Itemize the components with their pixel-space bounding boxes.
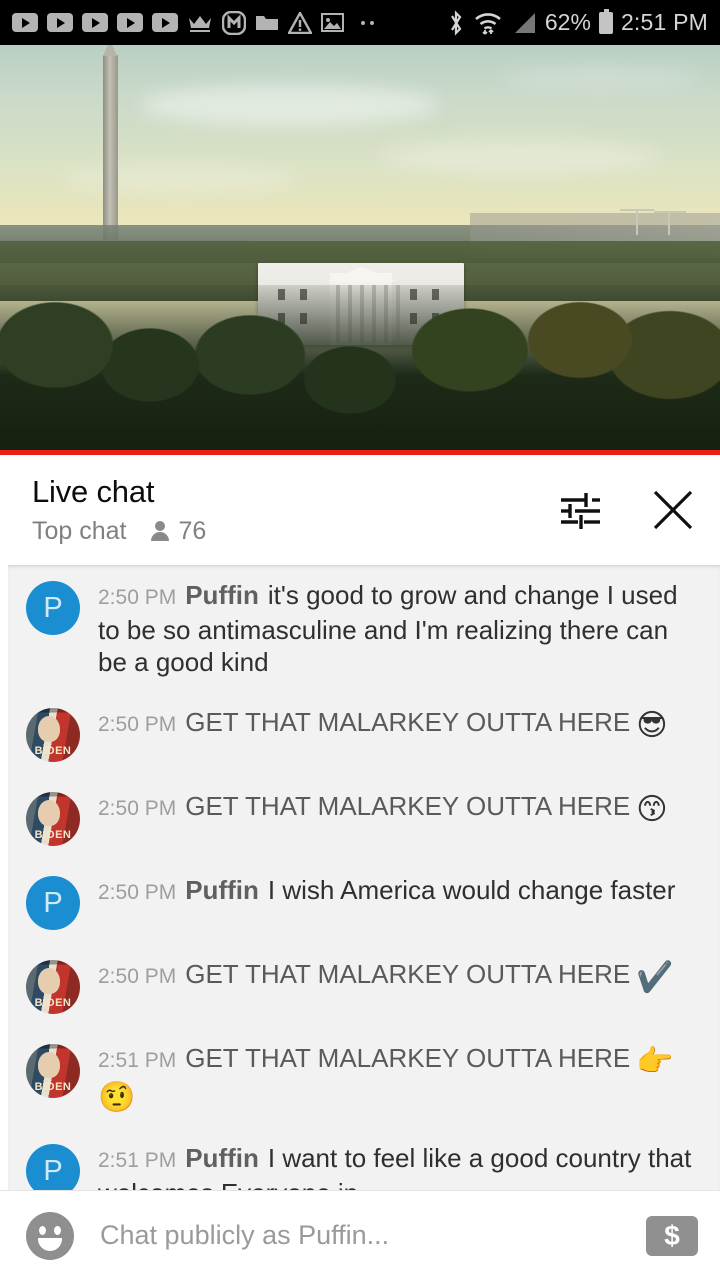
chat-input-bar: $ (0, 1190, 720, 1280)
avatar[interactable] (26, 960, 80, 1014)
message-author[interactable]: Puffin (185, 580, 259, 610)
close-x-icon (653, 490, 693, 530)
crown-icon (187, 13, 213, 33)
chat-message-row[interactable]: P 2:50 PM Puffin I wish America would chang… (8, 860, 720, 944)
message-author[interactable]: Puffin (185, 875, 259, 905)
chat-message-list[interactable]: P 2:50 PM Puffin it's good to grow and chan… (0, 565, 720, 1190)
super-chat-button[interactable]: $ (646, 1215, 698, 1256)
youtube-play-icon (82, 13, 108, 32)
message-timestamp: 2:50 PM (98, 965, 177, 988)
youtube-play-icon (47, 13, 73, 32)
crane-icon (654, 211, 686, 213)
emoji-smiley-icon[interactable] (26, 1211, 74, 1260)
chat-message-row[interactable]: 2:50 PM GET THAT MALARKEY OUTTA HERE✔️ (8, 944, 720, 1028)
message-timestamp: 2:51 PM (98, 1049, 177, 1072)
youtube-play-icon (152, 13, 178, 32)
message-timestamp: 2:50 PM (98, 586, 177, 609)
message-text: GET THAT MALARKEY OUTTA HERE (185, 959, 631, 989)
cloud-shape (60, 165, 300, 191)
message-timestamp: 2:50 PM (98, 713, 177, 736)
chat-message-body: 2:51 PM GET THAT MALARKEY OUTTA HERE 👉🤨 (98, 1042, 704, 1114)
chat-message-body: 2:50 PM GET THAT MALARKEY OUTTA HERE 😎 (98, 706, 704, 742)
chat-header-titles: Live chat Top chat 76 (32, 474, 556, 546)
chat-message-row[interactable]: P 2:50 PM Puffin it's good to grow and chan… (8, 565, 720, 692)
chat-mode-label[interactable]: Top chat (32, 517, 127, 546)
message-text: GET THAT MALARKEY OUTTA HERE (185, 707, 631, 737)
youtube-live-chat-screen: 62% 2:51 PM Live chat Top chat 76 P 2:50… (0, 0, 720, 1280)
crane-icon (636, 209, 638, 235)
viewer-count: 76 (178, 516, 207, 545)
washington-monument (103, 45, 118, 240)
chat-title: Live chat (32, 474, 155, 510)
dollar-money-icon: $ (664, 1219, 680, 1251)
close-chat-button[interactable] (650, 487, 696, 533)
message-text: GET THAT MALARKEY OUTTA HERE (185, 791, 631, 821)
avatar[interactable]: P (26, 581, 80, 635)
message-text: I wish America would change faster (267, 875, 676, 905)
youtube-play-icon (117, 13, 143, 32)
chat-message-body: 2:50 PM GET THAT MALARKEY OUTTA HERE 😙 (98, 790, 704, 826)
status-bar-notification-icons (12, 10, 447, 35)
m-circle-icon (222, 10, 246, 35)
chat-settings-button[interactable] (556, 487, 602, 533)
chat-message-body: 2:51 PM Puffin I want to feel like a good … (98, 1142, 704, 1190)
chat-header-actions (556, 487, 696, 533)
chat-message-row[interactable]: P 2:51 PM Puffin I want to feel like a good… (8, 1128, 720, 1190)
crane-icon (620, 209, 654, 211)
live-chat-header: Live chat Top chat 76 (0, 455, 720, 565)
crane-icon (668, 211, 670, 235)
chat-message-body: 2:50 PM Puffin it's good to grow and chang… (98, 579, 704, 678)
cell-signal-icon (511, 11, 537, 35)
message-timestamp: 2:50 PM (98, 797, 177, 820)
battery-percent-label: 62% (544, 9, 591, 35)
chat-input[interactable] (100, 1220, 646, 1251)
message-emoji: 😎 (636, 709, 668, 742)
android-status-bar: 62% 2:51 PM (0, 0, 720, 45)
avatar[interactable] (26, 792, 80, 846)
message-timestamp: 2:50 PM (98, 881, 177, 904)
message-emoji: ✔️ (636, 961, 674, 994)
battery-icon (598, 8, 613, 34)
avatar[interactable] (26, 708, 80, 762)
chat-message-row[interactable]: 2:50 PM GET THAT MALARKEY OUTTA HERE😙 (8, 776, 720, 860)
tune-sliders-icon (561, 493, 600, 529)
chat-message-row[interactable]: 2:51 PMGET THAT MALARKEY OUTTA HERE👉🤨 (8, 1028, 720, 1128)
cloud-shape (380, 140, 660, 174)
more-dots-icon (357, 19, 381, 27)
avatar[interactable]: P (26, 876, 80, 930)
message-author[interactable]: Puffin (185, 1143, 259, 1173)
avatar[interactable]: P (26, 1144, 80, 1190)
cloud-shape (140, 85, 440, 125)
foreground-trees (0, 285, 720, 450)
message-timestamp: 2:51 PM (98, 1149, 177, 1172)
folder-icon (255, 13, 279, 33)
chat-subtitle-row: Top chat 76 (32, 517, 556, 546)
avatar[interactable] (26, 1044, 80, 1098)
bluetooth-icon (447, 9, 465, 36)
status-bar-clock: 2:51 PM (620, 9, 708, 35)
chat-message-row[interactable]: 2:50 PM GET THAT MALARKEY OUTTA HERE😎 (8, 692, 720, 776)
warning-triangle-icon (288, 11, 312, 34)
video-player[interactable] (0, 45, 720, 450)
image-icon (321, 12, 344, 33)
message-emoji: 😙 (636, 793, 668, 826)
chat-message-body: 2:50 PM Puffin I wish America would change… (98, 874, 704, 909)
chat-message-body: 2:50 PM GET THAT MALARKEY OUTTA HERE ✔️ (98, 958, 704, 994)
wifi-icon (473, 11, 503, 35)
message-text: GET THAT MALARKEY OUTTA HERE (185, 1043, 631, 1073)
status-bar-system-icons: 62% 2:51 PM (447, 8, 708, 36)
cloud-shape (500, 67, 700, 89)
youtube-play-icon (12, 13, 38, 32)
person-icon (149, 520, 171, 542)
